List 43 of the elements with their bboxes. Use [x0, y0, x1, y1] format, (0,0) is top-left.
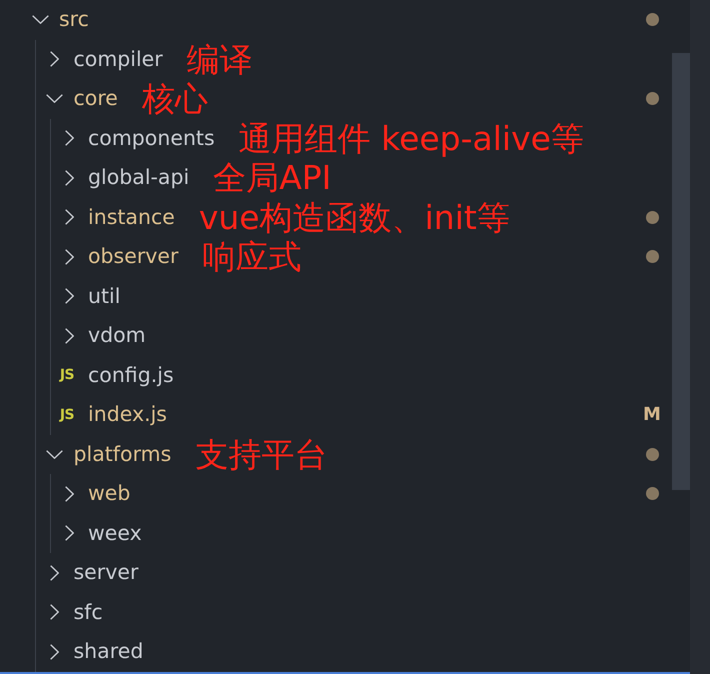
- chevron-right-icon[interactable]: [64, 130, 74, 146]
- folder-label[interactable]: instance: [88, 204, 175, 230]
- chevron-right-icon[interactable]: [64, 209, 74, 226]
- annotation-text: 核心: [142, 82, 208, 116]
- chevron-right-icon[interactable]: [64, 486, 74, 502]
- folder-label[interactable]: core: [74, 86, 118, 112]
- git-status-letter: M: [643, 406, 661, 424]
- chevron-right-icon[interactable]: [64, 525, 74, 542]
- folder-label[interactable]: web: [88, 481, 130, 506]
- chevron-right-icon[interactable]: [50, 604, 59, 620]
- annotation-text: 响应式: [202, 240, 302, 274]
- js-file-icon: JS: [60, 408, 74, 422]
- folder-label[interactable]: vdom: [88, 323, 146, 348]
- folder-label[interactable]: sfc: [74, 600, 103, 625]
- folder-label[interactable]: observer: [88, 244, 178, 270]
- chevron-down-icon[interactable]: [46, 94, 63, 104]
- folder-label[interactable]: platforms: [74, 442, 172, 467]
- chevron-right-icon[interactable]: [50, 564, 59, 581]
- chevron-right-icon[interactable]: [64, 328, 74, 344]
- scrollbar-thumb[interactable]: [672, 53, 690, 490]
- annotation-text: 全局API: [213, 161, 332, 194]
- annotation-text: 编译: [186, 42, 253, 76]
- folder-label[interactable]: weex: [88, 520, 142, 546]
- annotation-text: vue构造函数、init等: [198, 200, 510, 234]
- folder-label[interactable]: server: [74, 560, 138, 586]
- folder-label[interactable]: components: [88, 126, 215, 151]
- folder-label[interactable]: src: [59, 7, 89, 32]
- annotation-text: 通用组件 keep-alive等: [238, 122, 584, 155]
- file-label[interactable]: index.js: [88, 402, 167, 428]
- chevron-down-icon[interactable]: [46, 450, 63, 459]
- folder-label[interactable]: util: [88, 284, 120, 309]
- chevron-down-icon[interactable]: [32, 15, 48, 24]
- chevron-right-icon[interactable]: [64, 288, 74, 304]
- chevron-right-icon[interactable]: [50, 51, 59, 68]
- file-label[interactable]: config.js: [88, 362, 174, 388]
- annotation-text: 支持平台: [195, 438, 328, 471]
- folder-label[interactable]: shared: [74, 639, 144, 664]
- folder-label[interactable]: global-api: [88, 165, 190, 190]
- chevron-right-icon[interactable]: [64, 170, 74, 186]
- chevron-right-icon[interactable]: [64, 248, 74, 265]
- js-file-icon: JS: [60, 368, 74, 382]
- chevron-right-icon[interactable]: [50, 644, 59, 660]
- folder-label[interactable]: compiler: [74, 46, 163, 72]
